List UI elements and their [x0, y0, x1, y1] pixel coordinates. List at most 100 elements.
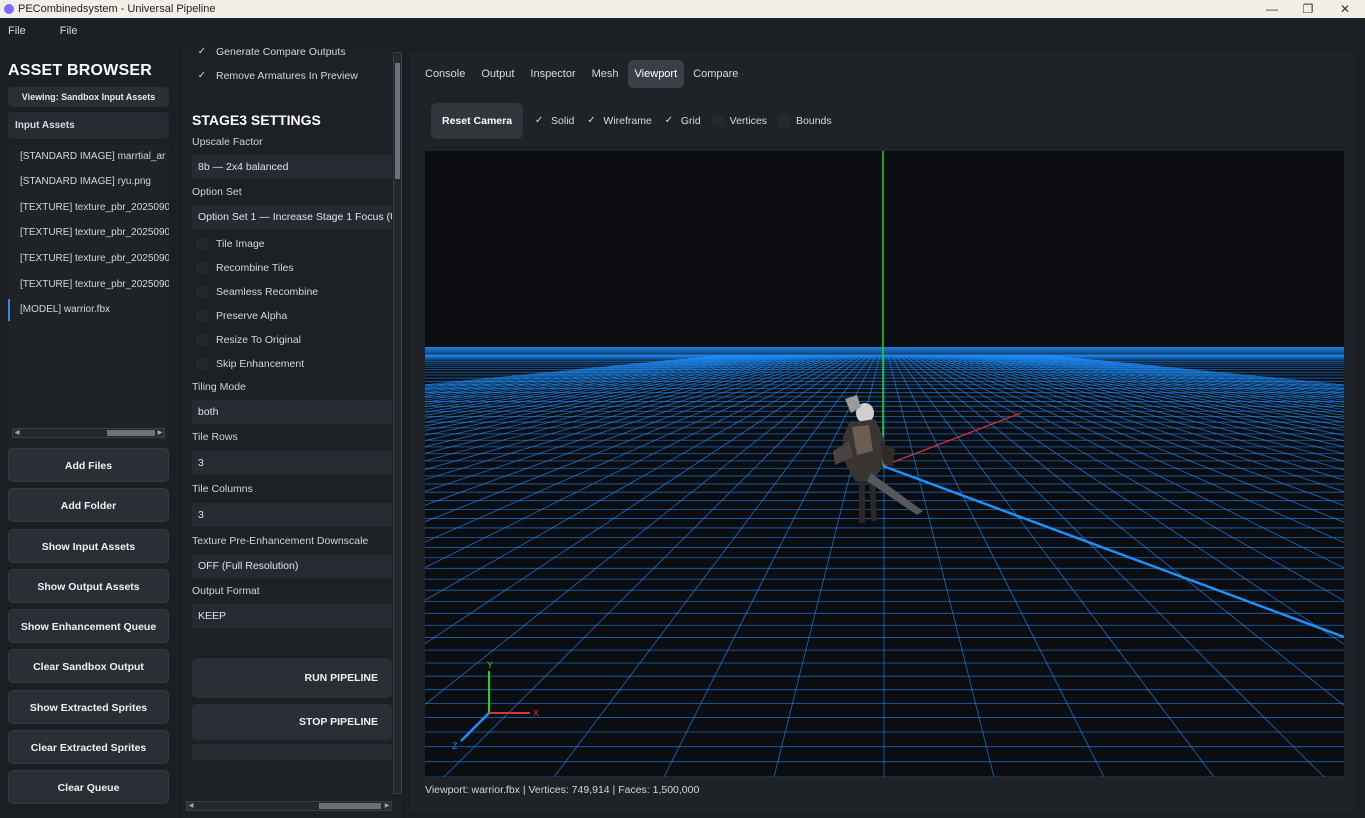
grid-line [991, 354, 1344, 408]
asset-item[interactable]: [TEXTURE] texture_pbr_2025090 [8, 248, 169, 270]
output-format-select[interactable]: KEEP [192, 604, 392, 628]
asset-item-selected[interactable]: [MODEL] warrior.fbx [8, 299, 169, 321]
grid-line [971, 354, 1344, 423]
checkbox-box [196, 238, 208, 250]
tile-image-checkbox[interactable]: Tile Image [196, 234, 265, 254]
clear-queue-button[interactable]: Clear Queue [8, 770, 169, 804]
asset-item[interactable]: [TEXTURE] texture_pbr_2025090 [8, 274, 169, 296]
show-extracted-sprites-button[interactable]: Show Extracted Sprites [8, 690, 169, 724]
grid-line [425, 354, 801, 427]
vertices-toggle[interactable]: Vertices [711, 115, 767, 127]
tiling-mode-select[interactable]: both [192, 400, 392, 424]
generate-compare-outputs-checkbox[interactable]: ✓ Generate Compare Outputs [196, 42, 346, 62]
stage3-settings-title: STAGE3 SETTINGS [192, 112, 321, 128]
seamless-recombine-checkbox[interactable]: Seamless Recombine [196, 282, 318, 302]
menu-file-2[interactable]: File [52, 25, 86, 37]
settings-panel: ✓ Generate Compare Outputs ✓ Remove Arma… [182, 46, 402, 818]
output-format-label: Output Format [192, 585, 260, 597]
tab-output[interactable]: Output [474, 60, 521, 88]
asset-item[interactable]: [STANDARD IMAGE] ryu.png [8, 171, 169, 193]
grid-line [425, 354, 817, 447]
scrollbar-thumb[interactable] [107, 430, 155, 436]
grid-line [1015, 354, 1344, 395]
checkbox-box [196, 262, 208, 274]
show-input-assets-button[interactable]: Show Input Assets [8, 529, 169, 563]
bounds-toggle[interactable]: Bounds [778, 115, 832, 127]
grid-line [663, 354, 877, 777]
tab-mesh[interactable]: Mesh [585, 60, 626, 88]
minimize-icon[interactable]: — [1254, 0, 1290, 18]
clear-extracted-sprites-button[interactable]: Clear Extracted Sprites [8, 730, 169, 764]
tab-viewport[interactable]: Viewport [627, 60, 685, 88]
viewport-status: Viewport: warrior.fbx | Vertices: 749,91… [425, 784, 700, 796]
resize-to-original-checkbox[interactable]: Resize To Original [196, 330, 301, 350]
reset-camera-button[interactable]: Reset Camera [431, 103, 524, 139]
checkbox-label: Generate Compare Outputs [216, 46, 346, 58]
tile-columns-input[interactable]: 3 [192, 503, 392, 527]
grid-line [975, 354, 1344, 420]
solid-toggle[interactable]: ✓ Solid [533, 115, 575, 127]
tab-console[interactable]: Console [418, 60, 472, 88]
grid-line [891, 354, 1105, 777]
check-icon: ✓ [664, 115, 674, 126]
remove-armatures-checkbox[interactable]: ✓ Remove Armatures In Preview [196, 66, 358, 86]
show-output-assets-button[interactable]: Show Output Assets [8, 569, 169, 603]
grid-toggle[interactable]: ✓ Grid [663, 115, 701, 127]
tab-compare[interactable]: Compare [686, 60, 745, 88]
upscale-factor-select[interactable]: 8b — 2x4 balanced [192, 155, 392, 179]
maximize-icon[interactable]: ❐ [1290, 0, 1326, 18]
close-icon[interactable]: ✕ [1327, 0, 1363, 18]
clear-sandbox-output-button[interactable]: Clear Sandbox Output [8, 649, 169, 683]
viewport-canvas[interactable]: Y X Z [425, 151, 1344, 777]
stop-pipeline-button[interactable]: STOP PIPELINE [192, 704, 392, 740]
checkbox-label: Remove Armatures In Preview [216, 70, 358, 82]
checkbox-label: Resize To Original [216, 334, 302, 346]
grid-line [425, 354, 805, 431]
add-folder-button[interactable]: Add Folder [8, 488, 169, 522]
scroll-right-icon[interactable]: ▶ [383, 802, 391, 810]
downscale-select[interactable]: OFF (Full Resolution) [192, 554, 392, 578]
tile-rows-input[interactable]: 3 [192, 451, 392, 475]
grid-line [425, 354, 797, 423]
tab-inspector[interactable]: Inspector [523, 60, 582, 88]
input-assets-header[interactable]: Input Assets [8, 112, 169, 139]
checkbox-box [778, 115, 791, 127]
add-files-button[interactable]: Add Files [8, 448, 169, 482]
scrollbar-thumb[interactable] [395, 63, 400, 179]
show-enhancement-queue-button[interactable]: Show Enhancement Queue [8, 609, 169, 643]
option-set-label: Option Set [192, 186, 242, 198]
gizmo-z-label: Z [452, 741, 458, 751]
grid-lines [425, 354, 1344, 777]
checkbox-box [711, 115, 724, 127]
x-axis-line [882, 412, 1022, 467]
horizon-glow [425, 347, 1344, 361]
toggle-label: Solid [551, 115, 575, 127]
skip-enhancement-checkbox[interactable]: Skip Enhancement [196, 354, 304, 374]
wireframe-toggle[interactable]: ✓ Wireframe [585, 115, 652, 127]
checkbox-box [196, 310, 208, 322]
scroll-left-icon[interactable]: ◀ [187, 802, 195, 810]
checkbox-label: Tile Image [216, 238, 265, 250]
asset-list-scrollbar[interactable]: ◀ ▶ [12, 428, 165, 438]
menu-bar: File File [0, 18, 1365, 44]
orientation-gizmo: Y X Z [452, 660, 539, 751]
checkbox-label: Preserve Alpha [216, 310, 288, 322]
grid-line [895, 354, 1215, 777]
asset-item[interactable]: [TEXTURE] texture_pbr_2025090 [8, 197, 169, 219]
recombine-tiles-checkbox[interactable]: Recombine Tiles [196, 258, 294, 278]
scroll-left-icon[interactable]: ◀ [13, 429, 21, 437]
grid-line [1007, 354, 1344, 399]
settings-vscrollbar[interactable] [393, 52, 402, 794]
grid-line [425, 354, 753, 395]
preserve-alpha-checkbox[interactable]: Preserve Alpha [196, 306, 287, 326]
asset-item[interactable]: [STANDARD IMAGE] marrtial_ar [8, 146, 169, 168]
scroll-right-icon[interactable]: ▶ [156, 429, 164, 437]
scrollbar-thumb[interactable] [319, 803, 381, 809]
asset-browser-panel: ASSET BROWSER Viewing: Sandbox Input Ass… [0, 52, 178, 818]
asset-item[interactable]: [TEXTURE] texture_pbr_2025090 [8, 222, 169, 244]
settings-hscrollbar[interactable]: ◀ ▶ [186, 801, 392, 811]
option-set-select[interactable]: Option Set 1 — Increase Stage 1 Focus (U… [192, 205, 392, 229]
grid-line [425, 354, 769, 403]
menu-file-1[interactable]: File [0, 25, 34, 37]
run-pipeline-button[interactable]: RUN PIPELINE [192, 658, 392, 698]
